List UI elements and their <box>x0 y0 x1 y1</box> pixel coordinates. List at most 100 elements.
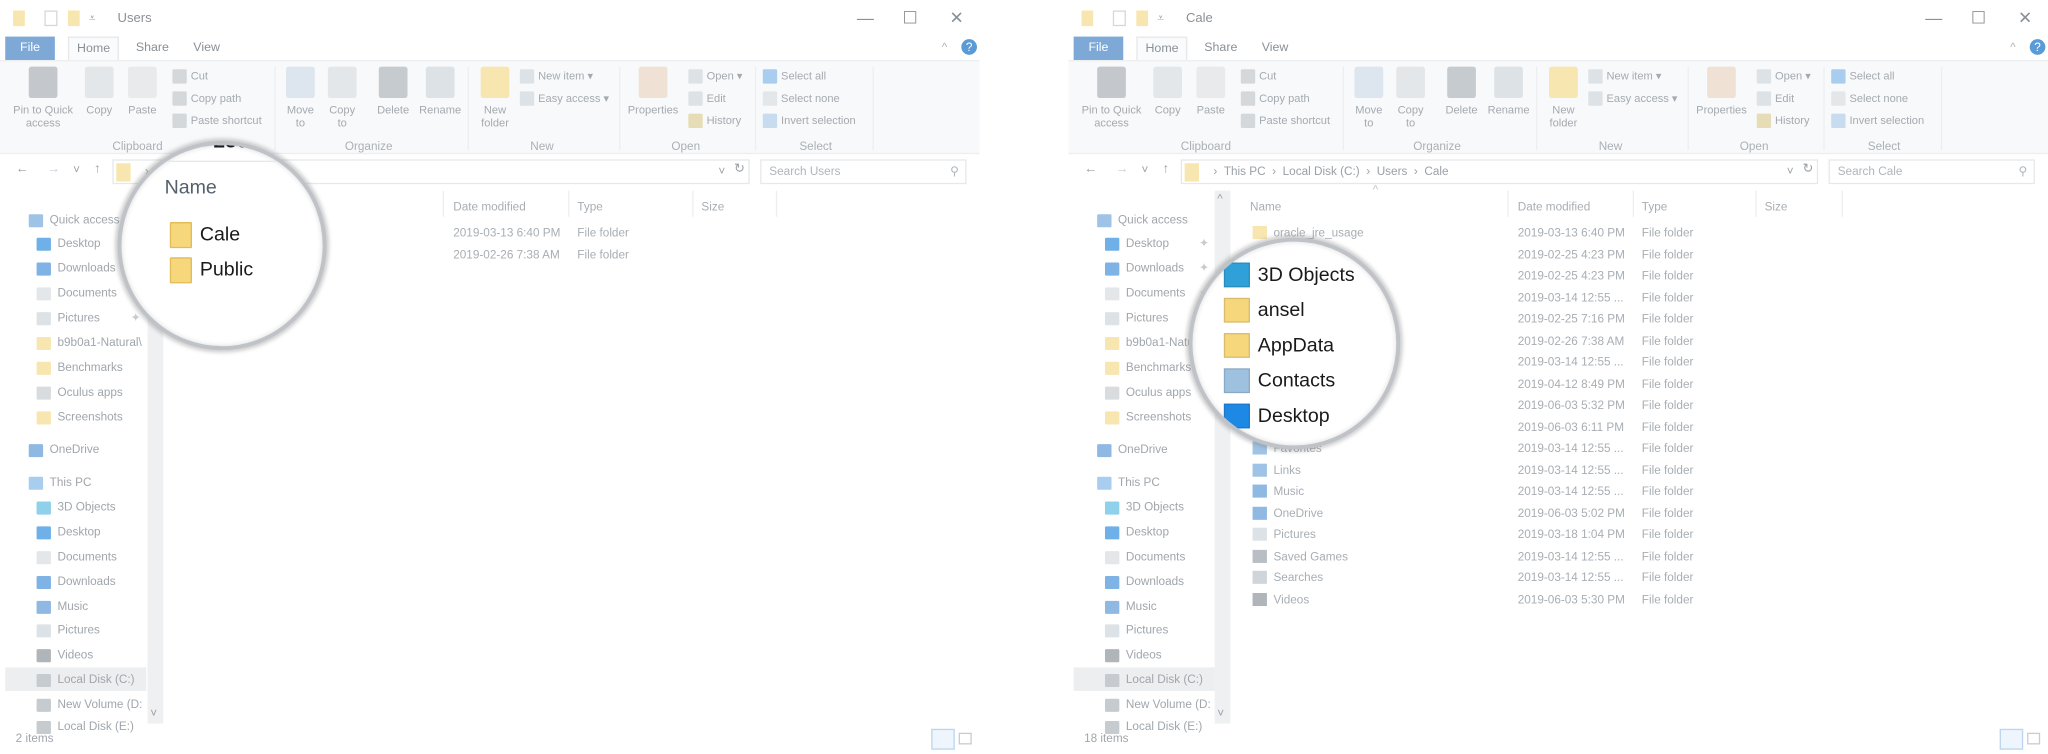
back-button[interactable]: ← <box>1084 162 1097 176</box>
nav-item[interactable]: Desktop <box>1068 520 1214 544</box>
column-header-size[interactable]: Size <box>1765 196 1788 217</box>
new-folder-button[interactable]: New folder <box>1544 66 1583 129</box>
nav-item[interactable]: Downloads <box>0 569 146 593</box>
details-view-button[interactable] <box>1999 728 2024 750</box>
column-separator[interactable] <box>1841 190 1843 217</box>
nav-item[interactable]: Music <box>1068 594 1214 618</box>
nav-item[interactable]: Desktop ✦ <box>1068 231 1214 255</box>
delete-button[interactable]: Delete <box>371 66 415 116</box>
column-header-date-modified[interactable]: Date modified <box>453 196 526 217</box>
nav-item[interactable]: Documents <box>1068 545 1214 569</box>
copy-to-button[interactable]: Copy to <box>324 66 361 129</box>
paste-button[interactable]: Paste <box>1194 66 1228 116</box>
nav-item[interactable]: Screenshots <box>1068 405 1214 429</box>
invert-selection-button[interactable]: Invert selection <box>762 111 856 129</box>
easy-access-button[interactable]: Easy access ▾ <box>519 89 609 107</box>
column-header-size[interactable]: Size <box>701 196 724 217</box>
close-button[interactable]: ✕ <box>950 8 964 29</box>
move-to-button[interactable]: Move to <box>282 66 319 129</box>
column-header-date-modified[interactable]: Date modified <box>1518 196 1591 217</box>
close-button[interactable]: ✕ <box>2018 8 2032 29</box>
copy-path-button[interactable]: Copy path <box>1240 89 1310 107</box>
rename-button[interactable]: Rename <box>1486 66 1530 116</box>
tab-view[interactable]: View <box>185 37 227 61</box>
nav-item[interactable]: OneDrive <box>0 438 146 462</box>
paste-button[interactable]: Paste <box>125 66 159 116</box>
recent-locations-button[interactable]: ˅ <box>1142 163 1149 176</box>
cut-button[interactable]: Cut <box>1240 67 1276 85</box>
cut-button[interactable]: Cut <box>172 67 208 85</box>
minimize-button[interactable]: — <box>1925 8 1942 28</box>
help-icon[interactable]: ? <box>961 39 977 55</box>
tab-share[interactable]: Share <box>1196 37 1245 61</box>
customize-toolbar-icon[interactable]: ⩡ <box>89 12 96 26</box>
column-separator[interactable] <box>775 190 778 217</box>
nav-item[interactable]: Documents <box>0 545 146 569</box>
breadcrumb-item[interactable]: Cale <box>1424 165 1448 178</box>
tab-file[interactable]: File <box>1073 36 1124 61</box>
nav-item[interactable]: OneDrive <box>1068 438 1214 462</box>
nav-item[interactable]: 3D Objects <box>1068 495 1214 519</box>
minimize-button[interactable]: — <box>857 8 874 28</box>
nav-item[interactable]: Local Disk (C:) <box>5 667 147 691</box>
new-folder-quick-icon[interactable] <box>1136 10 1149 27</box>
file-row[interactable]: Links 2019-03-14 12:55 ... File folder <box>1250 459 1864 480</box>
delete-button[interactable]: Delete <box>1439 66 1483 116</box>
scroll-down-arrow[interactable]: ˅ <box>1217 707 1224 720</box>
file-row[interactable]: Searches 2019-03-14 12:55 ... File folder <box>1250 567 1864 588</box>
maximize-button[interactable]: ☐ <box>1971 8 1986 29</box>
open-button[interactable]: Open ▾ <box>1756 67 1811 85</box>
back-button[interactable]: ← <box>16 162 29 176</box>
search-box[interactable]: Search Cale ⚲ <box>1828 159 2035 185</box>
history-button[interactable]: History <box>688 111 741 129</box>
select-none-button[interactable]: Select none <box>762 89 840 107</box>
help-icon[interactable]: ? <box>2029 39 2046 55</box>
nav-item[interactable]: New Volume (D: <box>0 692 146 716</box>
forward-button[interactable]: → <box>1115 162 1128 176</box>
nav-item[interactable]: This PC <box>1068 470 1214 494</box>
tab-share[interactable]: Share <box>128 37 177 61</box>
move-to-button[interactable]: Move to <box>1351 66 1388 129</box>
search-box[interactable]: Search Users ⚲ <box>760 159 967 185</box>
nav-item[interactable]: Oculus apps <box>0 380 146 404</box>
large-icons-view-button[interactable] <box>2027 732 2041 745</box>
properties-button[interactable]: Properties <box>624 66 681 116</box>
column-separator[interactable] <box>1507 190 1509 217</box>
properties-quick-icon[interactable] <box>44 10 58 27</box>
customize-toolbar-icon[interactable]: ⩡ <box>1157 12 1164 26</box>
nav-item[interactable]: Oculus apps <box>1068 380 1214 404</box>
copy-path-button[interactable]: Copy path <box>172 89 241 107</box>
file-row[interactable]: OneDrive 2019-06-03 5:02 PM File folder <box>1250 502 1864 523</box>
nav-item[interactable]: Benchmarks <box>0 355 146 379</box>
history-button[interactable]: History <box>1756 111 1810 129</box>
select-none-button[interactable]: Select none <box>1831 89 1908 107</box>
paste-shortcut-button[interactable]: Paste shortcut <box>1240 111 1330 129</box>
address-bar[interactable]: › This PC › Local Disk (C:) › Users › Cale <box>1180 159 1819 185</box>
scroll-down-arrow[interactable]: ˅ <box>150 707 157 720</box>
file-row[interactable]: Pictures 2019-03-18 1:04 PM File folder <box>1250 524 1864 545</box>
new-folder-button[interactable]: New folder <box>475 66 514 129</box>
nav-item[interactable]: Pictures <box>0 618 146 642</box>
column-separator[interactable] <box>568 190 570 217</box>
address-dropdown-icon[interactable]: ˅ <box>1787 165 1794 178</box>
tab-home[interactable]: Home <box>1136 36 1188 61</box>
nav-item[interactable]: Videos <box>0 643 146 667</box>
file-row[interactable]: Saved Games 2019-03-14 12:55 ... File fold… <box>1250 545 1864 566</box>
open-button[interactable]: Open ▾ <box>688 67 742 85</box>
maximize-button[interactable]: ☐ <box>903 8 918 29</box>
refresh-button[interactable]: ↻ <box>1802 162 1813 176</box>
tab-home[interactable]: Home <box>67 36 120 61</box>
properties-button[interactable]: Properties <box>1693 66 1750 116</box>
file-row[interactable]: Videos 2019-06-03 5:30 PM File folder <box>1250 588 1864 609</box>
column-separator[interactable] <box>1632 190 1634 217</box>
column-header-type[interactable]: Type <box>577 196 602 217</box>
column-separator[interactable] <box>692 190 694 217</box>
breadcrumb-item[interactable]: Users <box>1377 165 1408 178</box>
nav-item[interactable]: Local Disk (C:) <box>1073 667 1215 691</box>
nav-item[interactable]: Screenshots <box>0 405 146 429</box>
breadcrumb-item[interactable]: This PC <box>1224 165 1266 178</box>
nav-item[interactable]: New Volume (D: <box>1068 692 1214 716</box>
nav-item[interactable]: b9b0a1-Natural\ <box>0 330 146 354</box>
new-folder-quick-icon[interactable] <box>67 10 80 27</box>
nav-item[interactable]: 3D Objects <box>0 495 146 519</box>
